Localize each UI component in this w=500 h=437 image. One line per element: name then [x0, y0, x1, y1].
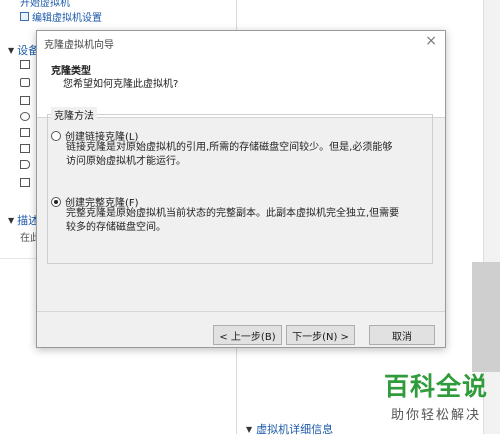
start-vm-link-partial[interactable]: 开始虚拟机 — [20, 0, 70, 9]
network-adapter-icon[interactable] — [20, 128, 30, 137]
linked-clone-radio[interactable] — [51, 130, 61, 141]
full-clone-radio[interactable] — [51, 196, 61, 207]
watermark-sub: 助你轻松解决 — [390, 408, 481, 423]
vm-details-section-header[interactable]: ▼ 虚拟机详细信息 — [246, 421, 333, 437]
vm-details-label: 虚拟机详细信息 — [256, 423, 334, 436]
dialog-title: 克隆虚拟机向导 — [44, 40, 114, 51]
clone-vm-wizard-dialog: 克隆虚拟机向导 × 克隆类型 您希望如何克隆此虚拟机? 克隆方法 创建链接克隆(… — [36, 30, 446, 348]
collapse-triangle-icon: ▼ — [8, 45, 15, 55]
devices-section-header[interactable]: ▼ 设备 — [8, 42, 39, 58]
usb-controller-icon[interactable] — [20, 144, 30, 153]
close-icon[interactable]: × — [425, 33, 437, 49]
cancel-button[interactable]: 取消 — [369, 325, 435, 345]
next-button[interactable]: 下一步(N) > — [286, 325, 355, 345]
watermark-main: 百科全说 — [383, 372, 488, 401]
collapse-triangle-icon: ▼ — [8, 215, 15, 225]
wizard-header: 克隆类型 您希望如何克隆此虚拟机? — [37, 53, 445, 118]
vm-preview-fragment — [472, 262, 500, 372]
edit-vm-settings-link[interactable]: 编辑虚拟机设置 — [20, 9, 102, 24]
description-section-header[interactable]: ▼ 描述 — [8, 212, 39, 228]
collapse-triangle-icon: ▼ — [246, 424, 253, 434]
sound-card-icon[interactable] — [20, 160, 30, 169]
processor-icon[interactable] — [20, 78, 30, 87]
memory-icon[interactable] — [20, 60, 30, 69]
display-icon[interactable] — [20, 178, 30, 187]
full-clone-description: 完整克隆是原始虚拟机当前状态的完整副本。此副本虚拟机完全独立,但需要较多的存储磁… — [66, 208, 400, 233]
edit-vm-settings-label: 编辑虚拟机设置 — [32, 13, 102, 24]
footer-divider — [37, 311, 445, 312]
cd-dvd-icon[interactable] — [20, 112, 30, 121]
hard-disk-icon[interactable] — [20, 96, 30, 105]
settings-icon — [20, 12, 29, 21]
linked-clone-description: 链接克隆是对原始虚拟机的引用,所需的存储磁盘空间较少。但是,必须能够访问原始虚拟… — [66, 142, 393, 167]
back-button[interactable]: < 上一步(B) — [213, 325, 282, 345]
dialog-titlebar[interactable]: 克隆虚拟机向导 × — [37, 31, 445, 53]
wizard-step-subtitle: 您希望如何克隆此虚拟机? — [63, 79, 179, 90]
watermark: 百科全说 助你轻松解决 — [372, 372, 500, 423]
clone-method-label: 克隆方法 — [51, 107, 97, 122]
